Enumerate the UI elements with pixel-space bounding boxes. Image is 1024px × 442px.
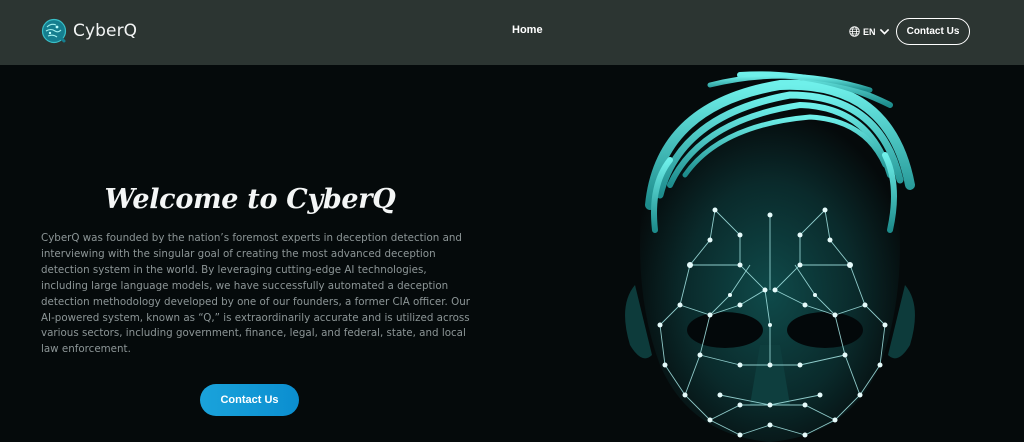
hero-description: CyberQ was founded by the nation’s forem… [41,232,470,356]
nav-link-home[interactable]: Home [512,24,543,36]
navbar: CyberQ Home EN Contact Us [0,0,1024,65]
ai-face-illustration [625,71,915,442]
hero-title: Welcome to CyberQ [104,184,396,215]
brand-name: CyberQ [73,21,138,41]
globe-icon [849,26,860,37]
hero-section: Welcome to CyberQ CyberQ was founded by … [0,65,1024,442]
language-selector[interactable]: EN [849,26,890,37]
nav-contact-button[interactable]: Contact Us [896,18,970,45]
language-label: EN [863,26,876,37]
cyberq-logo-icon [41,18,67,44]
chevron-down-icon [879,28,889,35]
brand-logo[interactable]: CyberQ [41,18,137,44]
hero-contact-button[interactable]: Contact Us [200,384,299,416]
